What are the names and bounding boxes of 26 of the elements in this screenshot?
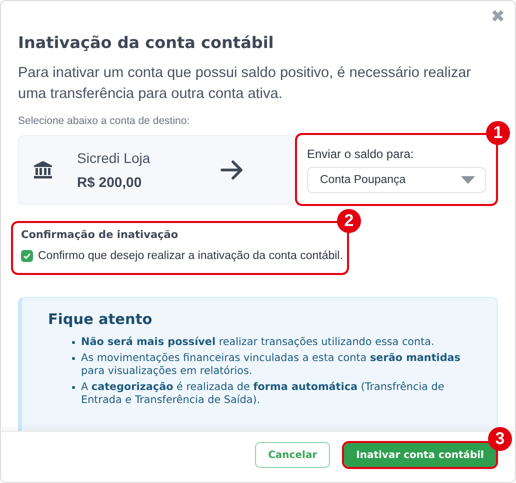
arrow-right-icon — [220, 160, 244, 180]
description-text: Para inativar um conta que possui saldo positivo, é necessário realizar uma transferência para outra conta ativa. — [18, 64, 472, 104]
checkbox[interactable] — [21, 250, 33, 262]
notice-text: As movimentações financeiras vinculadas a esta conta serão mantidas para visualizações em relatórios. — [81, 352, 462, 378]
step-badge: 3 — [488, 427, 512, 451]
notice-title: Fique atento — [48, 312, 154, 328]
confirm-button[interactable]: Inativar conta contábil — [344, 443, 496, 467]
cancel-button[interactable]: Cancelar — [255, 442, 330, 468]
bullet-icon — [72, 341, 75, 344]
account-dropdown[interactable]: Conta Poupança — [307, 167, 486, 193]
close-button[interactable]: ✖ — [488, 7, 507, 28]
confirmation-title: Confirmação de inativação — [21, 229, 180, 241]
target-label: Enviar o saldo para: — [307, 147, 415, 161]
account-balance: R$ 200,00 — [77, 174, 143, 190]
bullet-icon — [72, 386, 75, 389]
notice-text: A categorização é realizada de forma automática (Transfrência de Entrada e Transferência de Saída). — [81, 381, 446, 407]
bullet-icon — [72, 357, 75, 360]
step-badge: 1 — [486, 121, 510, 145]
bank-icon — [33, 160, 53, 180]
account-name: Sicredi Loja — [77, 150, 150, 166]
dialog-title: Inativação da conta contábil — [18, 33, 275, 53]
notice-text: Não será mais possível realizar transações utilizando essa conta. — [81, 336, 434, 349]
step-badge: 2 — [337, 209, 361, 233]
caret-icon — [461, 176, 475, 184]
checkbox-label: Confirmo que desejo realizar a inativação da conta contábil. — [38, 250, 343, 262]
destination-label: Selecione abaixo a conta de destino: — [18, 115, 191, 127]
